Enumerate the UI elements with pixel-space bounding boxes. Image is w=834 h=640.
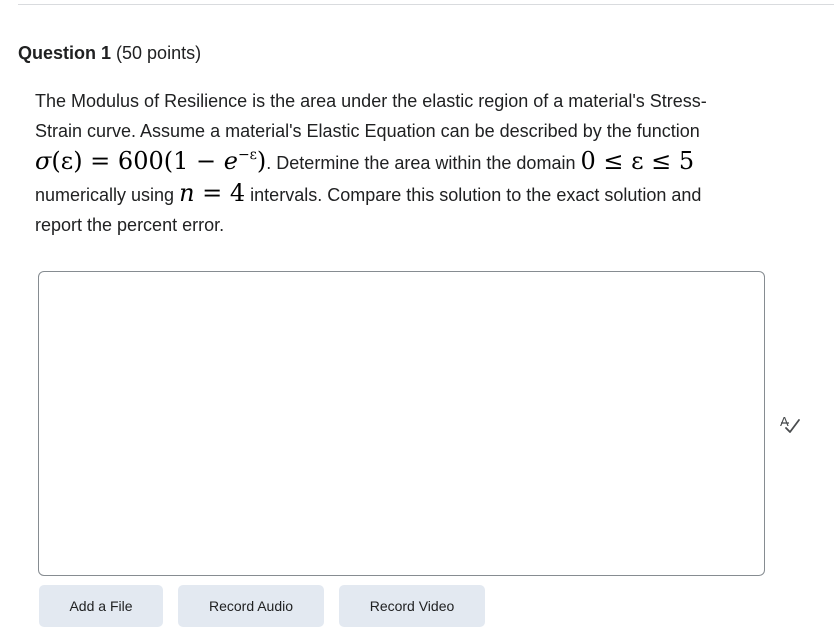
- equation-sigma: σ(ε) = 600(1 − e−ε): [35, 147, 267, 175]
- record-video-button[interactable]: Record Video: [339, 585, 485, 627]
- equation-intervals: n = 4: [179, 179, 246, 207]
- svg-text:A: A: [780, 414, 789, 429]
- question-page: Question 1 (50 points) The Modulus of Re…: [0, 0, 834, 640]
- equation-domain: 0 ≤ ε ≤ 5: [580, 147, 695, 175]
- question-line: σ(ε) = 600(1 − e−ε). Determine the area …: [35, 147, 695, 175]
- spellcheck-icon[interactable]: A: [778, 412, 802, 436]
- divider: [18, 4, 834, 5]
- question-line: report the percent error.: [35, 215, 225, 235]
- question-points: (50 points): [116, 43, 202, 63]
- record-audio-button[interactable]: Record Audio: [178, 585, 324, 627]
- question-title: Question 1: [18, 43, 112, 63]
- answer-textarea[interactable]: [38, 271, 765, 576]
- question-header: Question 1 (50 points): [18, 42, 201, 64]
- add-file-button[interactable]: Add a File: [39, 585, 163, 627]
- question-line: The Modulus of Resilience is the area un…: [35, 91, 707, 111]
- question-line: Strain curve. Assume a material's Elasti…: [35, 121, 700, 141]
- question-line: numerically using n = 4 intervals. Compa…: [35, 179, 702, 207]
- question-text: The Modulus of Resilience is the area un…: [35, 86, 755, 240]
